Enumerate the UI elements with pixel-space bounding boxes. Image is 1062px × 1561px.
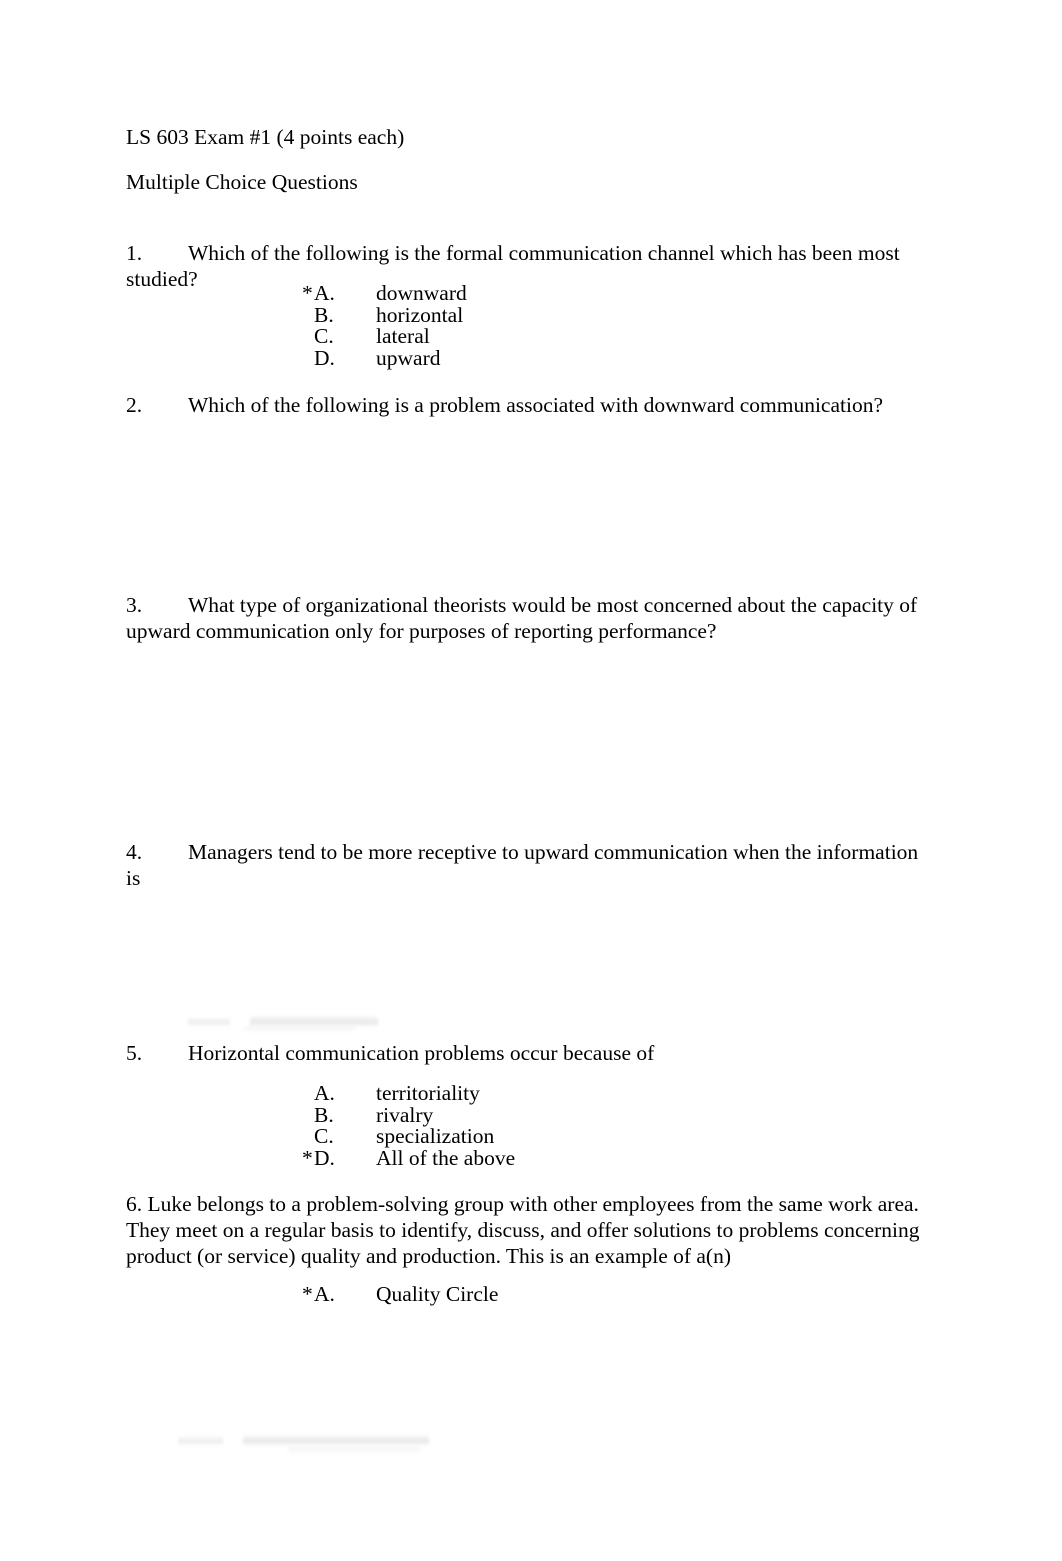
question-4: 4. Managers tend to be more receptive to … (126, 839, 936, 891)
option-letter: A. (314, 1282, 335, 1306)
option-letter: A. (314, 281, 335, 305)
option-letter: C. (314, 1124, 334, 1149)
erased-text-artifact-upper (0, 0, 1062, 1561)
document-subtitle: Multiple Choice Questions (126, 170, 358, 194)
option-item[interactable]: B. horizontal (126, 302, 936, 327)
question-4-number: 4. (126, 840, 143, 864)
option-text: specialization (376, 1124, 495, 1149)
option-letter: B. (314, 302, 334, 327)
question-5-number: 5. (126, 1041, 143, 1065)
question-1-options: * A. downward B. horizontal C. lateral D. upw… (126, 281, 936, 370)
question-6: 6. Luke belongs to a problem-solving gro… (126, 1191, 936, 1269)
question-2-number: 2. (126, 393, 143, 417)
option-text: horizontal (376, 302, 464, 327)
option-item[interactable]: A. territoriality (126, 1081, 936, 1105)
option-text: Quality Circle (376, 1282, 499, 1306)
erased-text-artifact-lower (0, 0, 1062, 1561)
question-3-row: 3. What type of organizational theorists … (126, 592, 936, 644)
question-3-number: 3. (126, 593, 143, 617)
question-4-stem: Managers tend to be more receptive to up… (126, 840, 919, 890)
option-text: lateral (376, 324, 430, 349)
question-4-row: 4. Managers tend to be more receptive to … (126, 839, 936, 891)
question-2: 2. Which of the following is a problem as… (126, 392, 936, 418)
question-2-stem: Which of the following is a problem asso… (188, 393, 883, 417)
option-text: All of the above (376, 1145, 516, 1170)
option-letter: D. (314, 1145, 335, 1170)
option-letter: B. (314, 1102, 334, 1127)
option-item[interactable]: C. specialization (126, 1124, 936, 1149)
correct-answer-marker: * (302, 1145, 313, 1170)
document-title: LS 603 Exam #1 (4 points each) (126, 125, 405, 149)
question-5-options: A. territoriality B. rivalry C. specializat… (126, 1081, 936, 1170)
question-6-row: 6. Luke belongs to a problem-solving gro… (126, 1191, 936, 1269)
question-6-stem: Luke belongs to a problem-solving group … (126, 1192, 920, 1268)
question-3: 3. What type of organizational theorists … (126, 592, 936, 644)
option-item[interactable]: * D. All of the above (126, 1145, 936, 1170)
option-item[interactable]: * A. Quality Circle (126, 1282, 936, 1306)
question-6-options: * A. Quality Circle (126, 1282, 936, 1306)
question-1-number: 1. (126, 241, 143, 265)
option-letter: C. (314, 324, 334, 349)
question-5-row: 5. Horizontal communication problems occu… (126, 1040, 936, 1066)
correct-answer-marker: * (302, 1282, 313, 1306)
option-item[interactable]: * A. downward (126, 281, 936, 305)
document-page: LS 603 Exam #1 (4 points each) Multiple … (0, 0, 1062, 1561)
question-3-stem: What type of organizational theorists wo… (126, 593, 918, 643)
option-item[interactable]: D. upward (126, 345, 936, 370)
option-text: downward (376, 281, 467, 305)
option-letter: D. (314, 345, 335, 370)
option-letter: A. (314, 1081, 335, 1105)
question-5-stem: Horizontal communication problems occur … (188, 1041, 655, 1065)
option-text: rivalry (376, 1102, 434, 1127)
question-2-row: 2. Which of the following is a problem as… (126, 392, 936, 418)
correct-answer-marker: * (302, 281, 313, 305)
option-item[interactable]: B. rivalry (126, 1102, 936, 1127)
option-item[interactable]: C. lateral (126, 324, 936, 349)
question-6-number: 6. (126, 1192, 143, 1216)
question-5: 5. Horizontal communication problems occu… (126, 1040, 936, 1066)
option-text: upward (376, 345, 441, 370)
option-text: territoriality (376, 1081, 480, 1105)
